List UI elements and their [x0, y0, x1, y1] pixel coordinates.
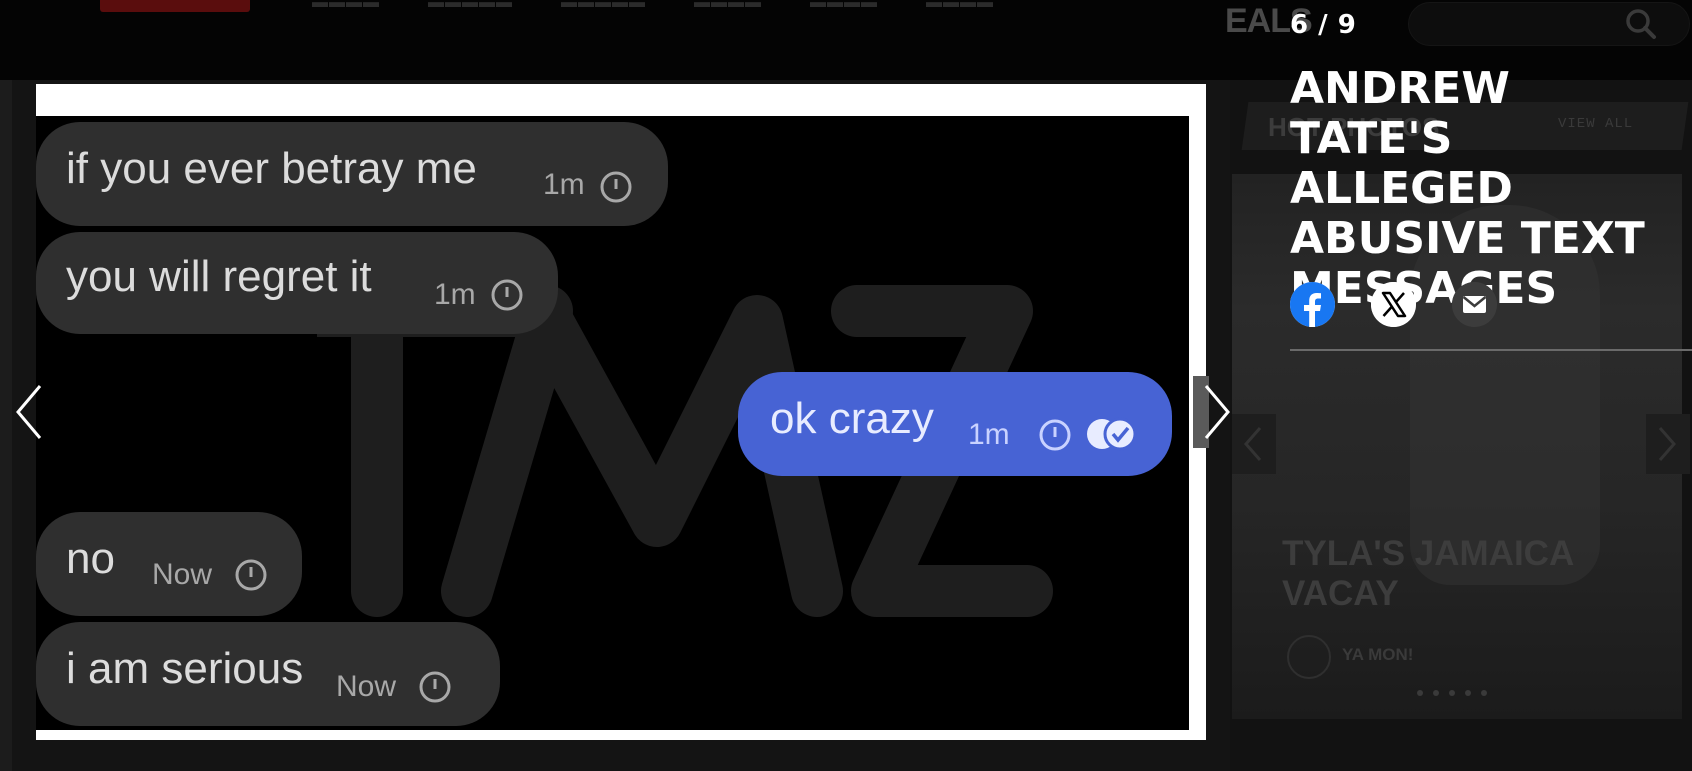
caption-divider [1290, 349, 1692, 351]
share-x-button[interactable] [1371, 282, 1416, 327]
promo-next-button [1646, 414, 1690, 474]
message-time: 1m [543, 168, 585, 201]
message-text: ok crazy [770, 394, 934, 443]
message-text: if you ever betray me [66, 144, 477, 193]
message-bubble-incoming: no Now [36, 512, 302, 616]
share-email-button[interactable] [1452, 282, 1497, 327]
nav-item-placeholder: ▬▬▬▬ [312, 0, 380, 11]
promo-title: TYLA'S JAMAICA VACAY [1282, 534, 1573, 613]
message-text: you will regret it [66, 252, 372, 301]
email-icon [1452, 282, 1497, 327]
delivered-check-icon [1087, 417, 1137, 451]
nav-item-placeholder: ▬▬▬▬ [694, 0, 762, 11]
carousel-dot [1449, 690, 1455, 696]
gallery-image: if you ever betray me 1m you will regret… [36, 84, 1206, 740]
nav-item-placeholder: ▬▬▬▬▬ [561, 0, 646, 11]
nav-item-placeholder: ▬▬▬▬ [810, 0, 878, 11]
x-twitter-icon [1371, 282, 1416, 327]
message-text: i am serious [66, 644, 304, 693]
share-facebook-button[interactable] [1290, 282, 1335, 327]
previous-slide-button[interactable] [10, 382, 50, 442]
message-time: Now [152, 558, 213, 591]
carousel-dot [1417, 690, 1423, 696]
message-bubble-outgoing: ok crazy 1m [738, 372, 1172, 476]
promo-carousel-dots [1417, 690, 1487, 696]
promo-prev-button [1232, 414, 1276, 474]
search-icon[interactable] [1623, 6, 1659, 42]
message-time: Now [336, 670, 397, 703]
gallery-icon [1287, 635, 1331, 679]
promo-subtitle: YA MON! [1342, 645, 1414, 664]
text-message-screenshot: if you ever betray me 1m you will regret… [36, 116, 1189, 730]
message-text: no [66, 534, 115, 583]
carousel-dot [1465, 690, 1471, 696]
clock-icon [419, 671, 451, 703]
chevron-left-icon [1244, 427, 1262, 461]
clock-icon [600, 171, 632, 203]
clock-icon [235, 559, 267, 591]
share-buttons [1290, 282, 1497, 327]
message-bubble-incoming: i am serious Now [36, 622, 500, 726]
gallery-title: ANDREW TATE'S ALLEGED ABUSIVE TEXT MESSA… [1290, 63, 1645, 314]
clock-icon [1039, 419, 1071, 451]
site-nav-items: ▬▬▬▬ ▬▬▬▬▬ ▬▬▬▬▬ ▬▬▬▬ ▬▬▬▬ ▬▬▬▬ [312, 0, 994, 12]
next-slide-button[interactable] [1196, 382, 1236, 442]
message-time: 1m [968, 418, 1010, 451]
message-bubble-incoming: you will regret it 1m [36, 232, 558, 334]
clock-icon [491, 279, 523, 311]
nav-item-placeholder: ▬▬▬▬▬ [428, 0, 513, 11]
carousel-dot [1481, 690, 1487, 696]
message-bubble-incoming: if you ever betray me 1m [36, 122, 668, 226]
chevron-right-icon [1658, 427, 1676, 461]
carousel-dot [1433, 690, 1439, 696]
message-time: 1m [434, 278, 476, 311]
slide-counter: 6 / 9 [1290, 10, 1357, 40]
facebook-icon [1290, 282, 1335, 327]
site-logo [100, 0, 250, 12]
nav-item-placeholder: ▬▬▬▬ [926, 0, 994, 11]
